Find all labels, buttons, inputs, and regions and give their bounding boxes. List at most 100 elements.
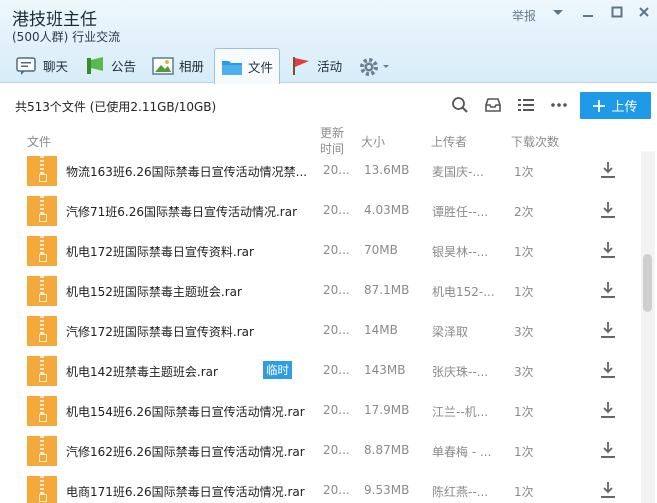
file-uploader[interactable]: 机电152-... <box>432 283 495 300</box>
archive-file-icon <box>27 236 57 266</box>
download-icon[interactable] <box>600 481 616 499</box>
file-uploader[interactable]: 银昊林--... <box>432 243 488 260</box>
maximize-icon[interactable] <box>610 6 624 20</box>
settings-menu[interactable] <box>352 48 403 83</box>
dropdown-icon[interactable] <box>551 6 565 20</box>
tab-files[interactable]: 文件 <box>214 48 281 84</box>
download-icon[interactable] <box>600 401 616 419</box>
group-title: 港技班主任 <box>12 10 97 30</box>
group-info: (500人群) 行业交流 <box>12 30 121 44</box>
file-uploader[interactable]: 张庆珠--... <box>432 363 488 380</box>
column-uploader[interactable]: 上传者 <box>431 133 467 150</box>
tab-notice[interactable]: 公告 <box>78 48 142 83</box>
file-downloads: 1次 <box>514 165 534 179</box>
tab-label: 聊天 <box>43 59 69 74</box>
file-row[interactable]: 物流163班6.26国际禁毒日宣传活动情况禁... 20... 13.6MB 麦… <box>0 151 640 191</box>
file-uploader[interactable]: 梁泽取 <box>432 323 468 340</box>
file-downloads: 1次 <box>514 405 534 419</box>
photo-icon <box>152 56 174 76</box>
minimize-icon[interactable] <box>581 6 595 20</box>
column-updated-line1[interactable]: 更新 <box>320 124 344 141</box>
file-time: 20... <box>323 203 350 217</box>
tab-label: 相册 <box>179 59 205 74</box>
tab-bar: 聊天 公告 相册 文件 活动 <box>10 48 407 84</box>
archive-file-icon <box>27 196 57 226</box>
flag-icon <box>290 56 312 76</box>
upload-label: 上传 <box>611 100 638 115</box>
file-name: 机电172班国际禁毒日宣传资料.rar <box>66 245 254 259</box>
file-row[interactable]: 电商171班6.26国际禁毒日宣传活动情况.rar 20... 9.53MB 陈… <box>0 471 640 503</box>
download-icon[interactable] <box>600 201 616 219</box>
tab-label: 文件 <box>248 60 274 75</box>
download-icon[interactable] <box>600 241 616 259</box>
storage-stats: 共513个文件 (已使用2.11GB/10GB) <box>15 100 217 114</box>
file-time: 20... <box>323 443 350 457</box>
file-name: 电商171班6.26国际禁毒日宣传活动情况.rar <box>66 485 305 499</box>
file-name: 机电154班6.26国际禁毒日宣传活动情况.rar <box>66 405 305 419</box>
inbox-icon[interactable] <box>484 96 502 114</box>
download-icon[interactable] <box>600 361 616 379</box>
download-icon[interactable] <box>600 321 616 339</box>
file-row[interactable]: 机电172班国际禁毒日宣传资料.rar 20... 70MB 银昊林--... … <box>0 231 640 271</box>
download-icon[interactable] <box>600 441 616 459</box>
file-downloads: 1次 <box>514 445 534 459</box>
file-time: 20... <box>323 283 350 297</box>
file-row[interactable]: 机电152班国际禁毒主题班会.rar 20... 87.1MB 机电152-..… <box>0 271 640 311</box>
file-size: 70MB <box>364 243 398 257</box>
file-size: 17.9MB <box>364 403 410 417</box>
search-icon[interactable] <box>451 96 469 114</box>
tab-activity[interactable]: 活动 <box>284 48 348 83</box>
more-icon[interactable] <box>550 96 568 114</box>
file-toolbar: 共513个文件 (已使用2.11GB/10GB) <box>0 84 657 126</box>
archive-file-icon <box>27 156 57 186</box>
upload-button[interactable]: 上传 <box>580 92 651 119</box>
file-name: 汽修172班国际禁毒日宣传资料.rar <box>66 325 254 339</box>
file-size: 9.53MB <box>364 483 410 497</box>
tab-label: 公告 <box>111 59 137 74</box>
download-icon[interactable] <box>600 281 616 299</box>
folder-icon <box>221 57 243 77</box>
file-size: 8.87MB <box>364 443 410 457</box>
file-time: 20... <box>323 323 350 337</box>
download-icon[interactable] <box>600 161 616 179</box>
report-link[interactable]: 举报 <box>512 7 536 24</box>
archive-file-icon <box>27 476 57 503</box>
column-file[interactable]: 文件 <box>27 133 51 150</box>
file-uploader[interactable]: 江兰--机... <box>432 403 488 420</box>
file-row[interactable]: 汽修71班6.26国际禁毒日宣传活动情况.rar 20... 4.03MB 谭胜… <box>0 191 640 231</box>
scrollbar-track[interactable] <box>641 151 655 503</box>
column-downloads[interactable]: 下载次数 <box>511 133 559 150</box>
file-time: 20... <box>323 483 350 497</box>
tab-album[interactable]: 相册 <box>146 48 210 83</box>
tab-label: 活动 <box>317 59 343 74</box>
list-view-icon[interactable] <box>517 96 535 114</box>
temporary-badge: 临时 <box>263 361 292 379</box>
file-row[interactable]: 机电142班禁毒主题班会.rar 临时 20... 143MB 张庆珠--...… <box>0 351 640 391</box>
file-downloads: 1次 <box>514 245 534 259</box>
file-row[interactable]: 机电154班6.26国际禁毒日宣传活动情况.rar 20... 17.9MB 江… <box>0 391 640 431</box>
file-time: 20... <box>323 403 350 417</box>
column-headers: 文件 更新 时间 大小 上传者 下载次数 <box>0 124 640 156</box>
file-row[interactable]: 汽修172班国际禁毒日宣传资料.rar 20... 14MB 梁泽取 3次 <box>0 311 640 351</box>
file-uploader[interactable]: 单春梅 - ... <box>432 443 491 460</box>
file-uploader[interactable]: 陈红燕--... <box>432 483 488 500</box>
close-icon[interactable] <box>637 6 651 20</box>
plus-icon <box>593 99 606 112</box>
archive-file-icon <box>27 396 57 426</box>
file-time: 20... <box>323 163 350 177</box>
file-name: 机电152班国际禁毒主题班会.rar <box>66 285 242 299</box>
megaphone-icon <box>84 56 106 76</box>
tab-chat[interactable]: 聊天 <box>10 48 74 83</box>
file-size: 4.03MB <box>364 203 410 217</box>
scrollbar-thumb[interactable] <box>643 254 652 312</box>
file-uploader[interactable]: 谭胜任--... <box>432 203 488 220</box>
file-name: 汽修162班6.26国际禁毒日宣传活动情况.rar <box>66 445 305 459</box>
column-size[interactable]: 大小 <box>361 133 385 150</box>
archive-file-icon <box>27 436 57 466</box>
file-downloads: 1次 <box>514 485 534 499</box>
file-downloads: 3次 <box>514 365 534 379</box>
archive-file-icon <box>27 316 57 346</box>
file-uploader[interactable]: 麦国庆-... <box>432 163 484 180</box>
chat-icon <box>16 56 38 76</box>
file-row[interactable]: 汽修162班6.26国际禁毒日宣传活动情况.rar 20... 8.87MB 单… <box>0 431 640 471</box>
